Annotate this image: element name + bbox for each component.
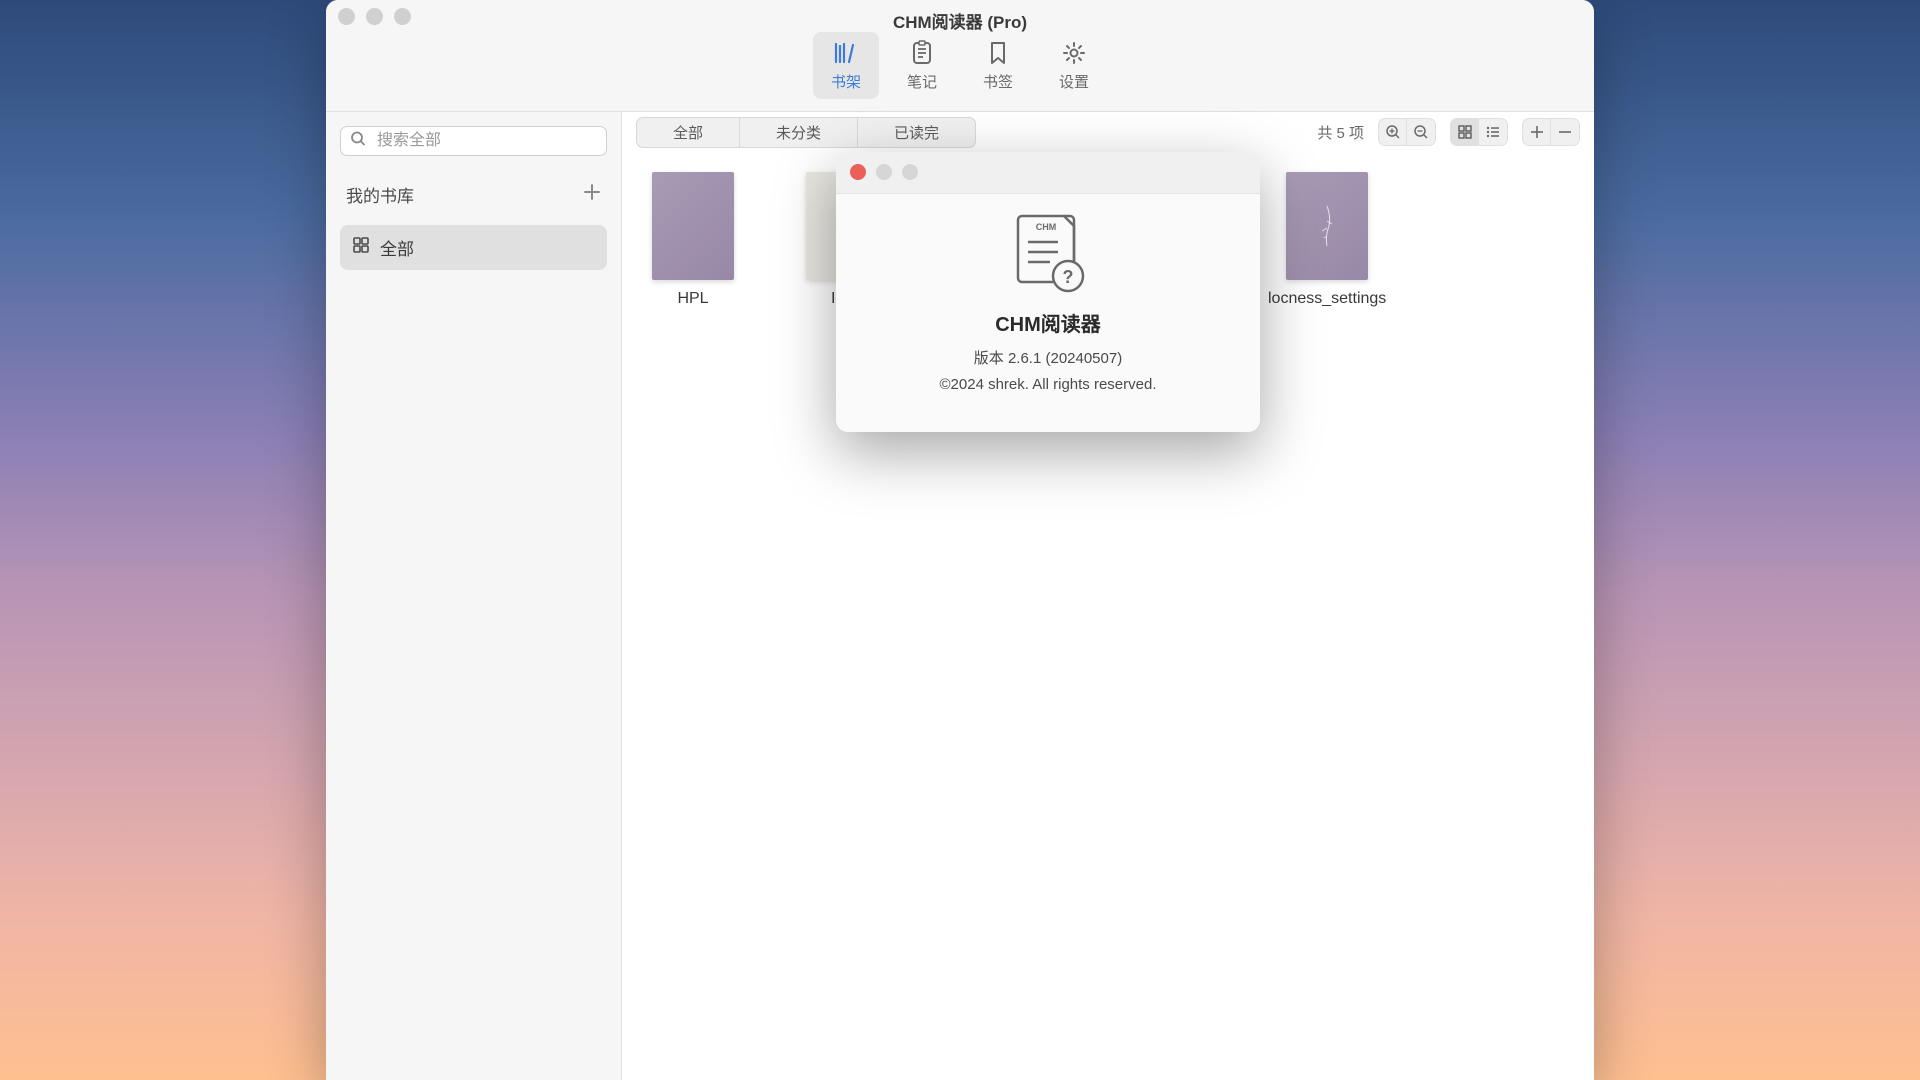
add-button[interactable] [1523,119,1551,145]
filter-finished[interactable]: 已读完 [858,118,975,147]
book-name: HPL [677,290,708,308]
list-view-button[interactable] [1479,119,1507,145]
about-titlebar [836,152,1260,194]
zoom-in-button[interactable] [1379,119,1407,145]
library-title: 我的书库 [346,182,414,207]
sidebar-item-all[interactable]: 全部 [340,225,607,270]
remove-button[interactable] [1551,119,1579,145]
tab-bookmarks[interactable]: 书签 [965,32,1031,99]
search-box [340,126,607,156]
tab-library-label: 书架 [831,71,861,92]
app-icon: CHM ? [1008,212,1088,296]
filter-tabs: 全部 未分类 已读完 [636,117,976,148]
add-library-button[interactable] [583,183,601,206]
about-close-button[interactable] [850,164,866,180]
zoom-out-button[interactable] [1407,119,1435,145]
library-icon [832,39,860,67]
item-count: 共 5 项 [1317,122,1364,143]
main-tabs: 书架 笔记 书签 设置 [326,32,1594,99]
grid-icon [352,236,370,259]
filter-uncategorized[interactable]: 未分类 [740,118,858,147]
window-title: CHM阅读器 (Pro) [326,8,1594,33]
sidebar-item-label: 全部 [380,235,414,260]
about-traffic-lights [850,164,918,180]
book-item[interactable]: locness_settings [1268,172,1386,308]
tab-library[interactable]: 书架 [813,32,879,99]
titlebar: CHM阅读器 (Pro) 书架 笔记 书签 [326,0,1594,112]
tab-notes[interactable]: 笔记 [889,32,955,99]
about-content: CHM ? CHM阅读器 版本 2.6.1 (20240507) ©2024 s… [836,194,1260,411]
about-copyright: ©2024 shrek. All rights reserved. [940,376,1157,393]
book-item[interactable]: HPL [652,172,734,308]
about-version: 版本 2.6.1 (20240507) [974,347,1122,368]
about-minimize-button[interactable] [876,164,892,180]
view-group [1450,118,1508,146]
about-app-name: CHM阅读器 [995,308,1101,337]
zoom-group [1378,118,1436,146]
tab-notes-label: 笔记 [907,71,937,92]
sidebar: 我的书库 全部 [326,112,622,1080]
tab-bookmarks-label: 书签 [983,71,1013,92]
notes-icon [908,39,936,67]
tab-settings[interactable]: 设置 [1041,32,1107,99]
add-remove-group [1522,118,1580,146]
svg-text:?: ? [1063,267,1074,287]
filter-all[interactable]: 全部 [637,118,740,147]
about-maximize-button[interactable] [902,164,918,180]
book-name: locness_settings [1268,290,1386,308]
about-dialog: CHM ? CHM阅读器 版本 2.6.1 (20240507) ©2024 s… [836,152,1260,432]
svg-text:CHM: CHM [1036,222,1057,232]
bookmark-icon [984,39,1012,67]
tab-settings-label: 设置 [1059,71,1089,92]
search-icon [350,131,366,152]
grid-view-button[interactable] [1451,119,1479,145]
content-toolbar: 全部 未分类 已读完 共 5 项 [622,112,1594,152]
library-header: 我的书库 [340,174,607,215]
gear-icon [1060,39,1088,67]
book-cover [652,172,734,280]
book-cover [1286,172,1368,280]
search-input[interactable] [340,126,607,156]
